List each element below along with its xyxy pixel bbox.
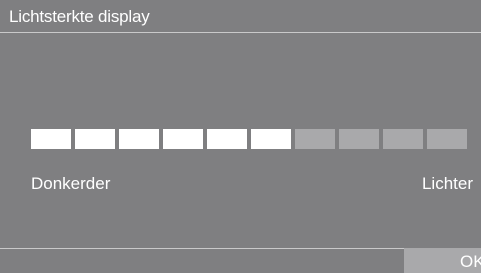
ok-button[interactable]: OK — [404, 248, 481, 273]
brightness-segment-filled[interactable] — [251, 129, 291, 149]
darker-label: Donkerder — [31, 174, 111, 193]
brightness-segment-empty[interactable] — [383, 129, 423, 149]
footer-divider — [0, 248, 404, 249]
brightness-segment-filled[interactable] — [31, 129, 71, 149]
ok-button-label: OK — [460, 252, 481, 271]
brightness-segment-filled[interactable] — [163, 129, 203, 149]
page-title: Lichtsterkte display — [9, 7, 150, 26]
brightness-segment-empty[interactable] — [427, 129, 467, 149]
brightness-segment-filled[interactable] — [207, 129, 247, 149]
brightness-segment-empty[interactable] — [295, 129, 335, 149]
brightness-segment-empty[interactable] — [339, 129, 379, 149]
title-divider — [0, 32, 481, 33]
brightness-level-bar[interactable] — [31, 129, 467, 149]
lighter-label: Lichter — [421, 174, 473, 193]
brightness-setting-screen: Lichtsterkte display Donkerder Lichter O… — [0, 0, 481, 273]
brightness-segment-filled[interactable] — [119, 129, 159, 149]
brightness-segment-filled[interactable] — [75, 129, 115, 149]
